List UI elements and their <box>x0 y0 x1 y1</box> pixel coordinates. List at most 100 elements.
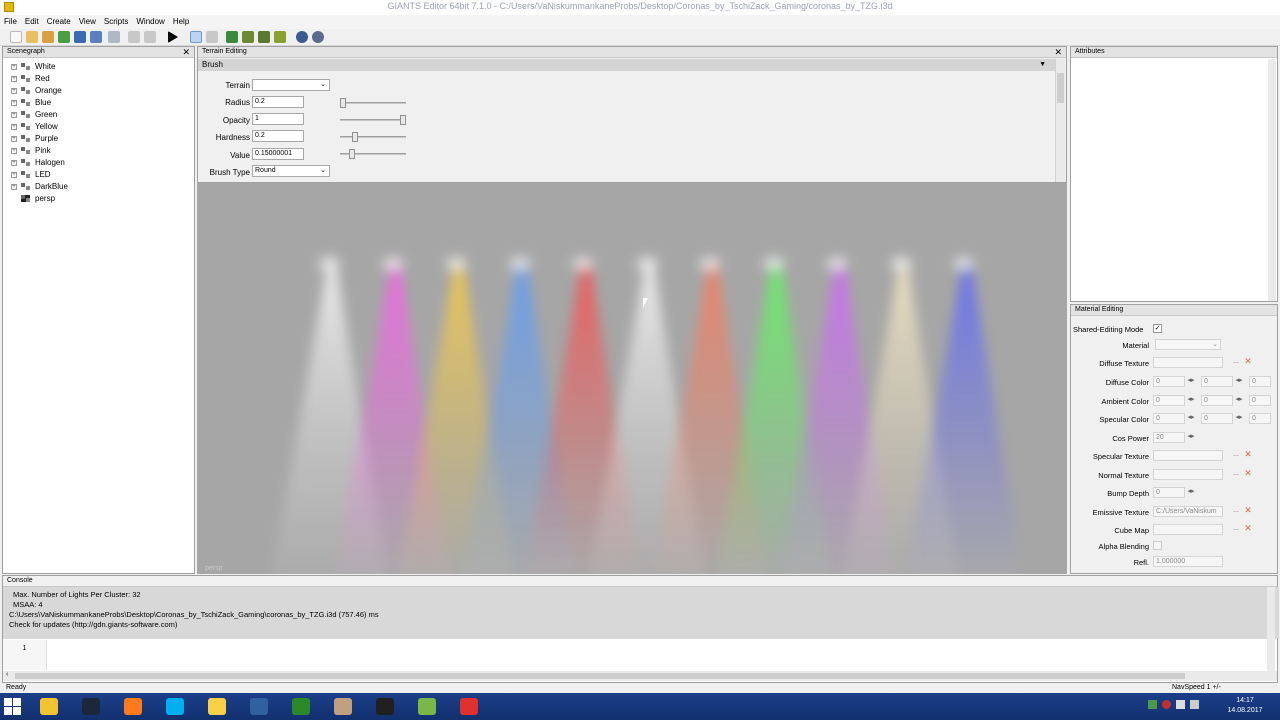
scroll-thumb[interactable] <box>15 673 1185 679</box>
spin-icon[interactable]: ◂▸ <box>1186 432 1196 442</box>
expand-icon[interactable]: + <box>11 148 17 154</box>
remove-icon[interactable]: ✕ <box>1243 450 1253 460</box>
expand-icon[interactable]: + <box>11 184 17 190</box>
specular-texture-field[interactable] <box>1153 450 1223 461</box>
normal-texture-field[interactable] <box>1153 469 1223 480</box>
clock[interactable]: 14:17 14.08.2017 <box>1220 696 1270 716</box>
close-icon[interactable]: ✕ <box>1054 47 1062 57</box>
chevron-left-icon[interactable]: ‹ <box>6 671 8 678</box>
remove-icon[interactable]: ✕ <box>1243 469 1253 479</box>
specular-r-field[interactable]: 0 <box>1153 413 1185 424</box>
terrain-tool-icon[interactable] <box>274 31 286 43</box>
value-slider[interactable] <box>340 149 406 159</box>
expand-icon[interactable]: + <box>11 136 17 142</box>
taskbar-app[interactable] <box>30 695 68 718</box>
refl-field[interactable]: 1.000000 <box>1153 556 1223 567</box>
menu-create[interactable]: Create <box>43 15 75 29</box>
move-icon[interactable] <box>226 31 238 43</box>
horizontal-scrollbar[interactable]: ‹ <box>3 671 1277 681</box>
tree-item-blue[interactable]: + Blue <box>3 97 194 109</box>
network-icon[interactable] <box>1176 700 1185 709</box>
taskbar-app[interactable] <box>198 695 236 718</box>
windows-start-icon[interactable] <box>4 698 22 715</box>
diffuse-b-field[interactable]: 0 <box>1249 376 1271 387</box>
specular-b-field[interactable]: 0 <box>1249 413 1271 424</box>
menu-file[interactable]: File <box>0 15 21 29</box>
browse-button[interactable]: ... <box>1231 524 1241 534</box>
ambient-b-field[interactable]: 0 <box>1249 395 1271 406</box>
shared-editing-checkbox[interactable]: ✓ <box>1153 324 1162 333</box>
remove-icon[interactable]: ✕ <box>1243 524 1253 534</box>
hardness-input[interactable]: 0.2 <box>252 130 304 142</box>
brush-type-select[interactable]: Round ⌄ <box>252 165 330 177</box>
menu-view[interactable]: View <box>75 15 100 29</box>
specular-g-field[interactable]: 0 <box>1201 413 1233 424</box>
scrollbar[interactable] <box>1267 587 1275 671</box>
tree-item-white[interactable]: + White <box>3 61 194 73</box>
expand-icon[interactable]: + <box>11 172 17 178</box>
radius-slider[interactable] <box>340 98 406 108</box>
spin-icon[interactable]: ◂▸ <box>1234 395 1244 405</box>
scale-icon[interactable] <box>258 31 270 43</box>
scroll-thumb[interactable] <box>1057 73 1064 103</box>
alpha-blending-checkbox[interactable] <box>1153 541 1162 550</box>
opacity-input[interactable]: 1 <box>252 113 304 125</box>
redo-icon[interactable] <box>144 31 156 43</box>
browse-button[interactable]: ... <box>1231 506 1241 516</box>
diffuse-texture-field[interactable] <box>1153 357 1223 368</box>
scrollbar[interactable] <box>1055 59 1065 182</box>
spin-icon[interactable]: ◂▸ <box>1186 413 1196 423</box>
settings-icon[interactable] <box>312 31 324 43</box>
gear-icon[interactable] <box>296 31 308 43</box>
tray-icon[interactable] <box>1148 700 1157 709</box>
expand-icon[interactable]: + <box>11 64 17 70</box>
expand-icon[interactable]: + <box>11 100 17 106</box>
import-icon[interactable] <box>42 31 54 43</box>
expand-icon[interactable]: + <box>11 112 17 118</box>
terrain-select[interactable]: ⌄ <box>252 79 330 91</box>
volume-icon[interactable] <box>1190 700 1199 709</box>
lock-icon[interactable] <box>206 31 218 43</box>
taskbar-app[interactable] <box>366 695 404 718</box>
slider-thumb[interactable] <box>352 132 358 142</box>
save-icon[interactable] <box>74 31 86 43</box>
brush-section-header[interactable]: Brush ▼ <box>198 59 1056 71</box>
tree-item-pink[interactable]: + Pink <box>3 145 194 157</box>
spin-icon[interactable]: ◂▸ <box>1234 413 1244 423</box>
taskbar-app[interactable] <box>450 695 488 718</box>
expand-icon[interactable]: + <box>11 88 17 94</box>
spin-icon[interactable]: ◂▸ <box>1186 487 1196 497</box>
new-icon[interactable] <box>10 31 22 43</box>
rotate-icon[interactable] <box>242 31 254 43</box>
menu-scripts[interactable]: Scripts <box>100 15 132 29</box>
cube-map-field[interactable] <box>1153 524 1223 535</box>
viewport-3d[interactable]: persp <box>197 183 1067 574</box>
tree-item-orange[interactable]: + Orange <box>3 85 194 97</box>
radius-input[interactable]: 0.2 <box>252 96 304 108</box>
cos-power-field[interactable]: 20 <box>1153 432 1185 443</box>
expand-icon[interactable]: + <box>11 76 17 82</box>
browse-button[interactable]: ... <box>1231 450 1241 460</box>
select-icon[interactable] <box>190 31 202 43</box>
remove-icon[interactable]: ✕ <box>1243 357 1253 367</box>
close-icon[interactable]: ✕ <box>182 47 190 57</box>
slider-thumb[interactable] <box>349 149 355 159</box>
emissive-texture-field[interactable]: C:/Users/VaNiskum <box>1153 506 1223 517</box>
diffuse-g-field[interactable]: 0 <box>1201 376 1233 387</box>
slider-thumb[interactable] <box>340 98 346 108</box>
tree-item-darkblue[interactable]: + DarkBlue <box>3 181 194 193</box>
diffuse-r-field[interactable]: 0 <box>1153 376 1185 387</box>
taskbar-app[interactable] <box>324 695 362 718</box>
spin-icon[interactable]: ◂▸ <box>1186 395 1196 405</box>
browse-button[interactable]: ... <box>1231 357 1241 367</box>
tree-item-red[interactable]: + Red <box>3 73 194 85</box>
reload-icon[interactable] <box>58 31 70 43</box>
menu-edit[interactable]: Edit <box>21 15 43 29</box>
collapse-icon[interactable]: ▼ <box>1039 59 1046 71</box>
opacity-slider[interactable] <box>340 115 406 125</box>
tree-item-purple[interactable]: + Purple <box>3 133 194 145</box>
browse-button[interactable]: ... <box>1231 469 1241 479</box>
scrollbar[interactable] <box>1268 59 1276 301</box>
menu-help[interactable]: Help <box>169 15 193 29</box>
expand-icon[interactable]: + <box>11 124 17 130</box>
